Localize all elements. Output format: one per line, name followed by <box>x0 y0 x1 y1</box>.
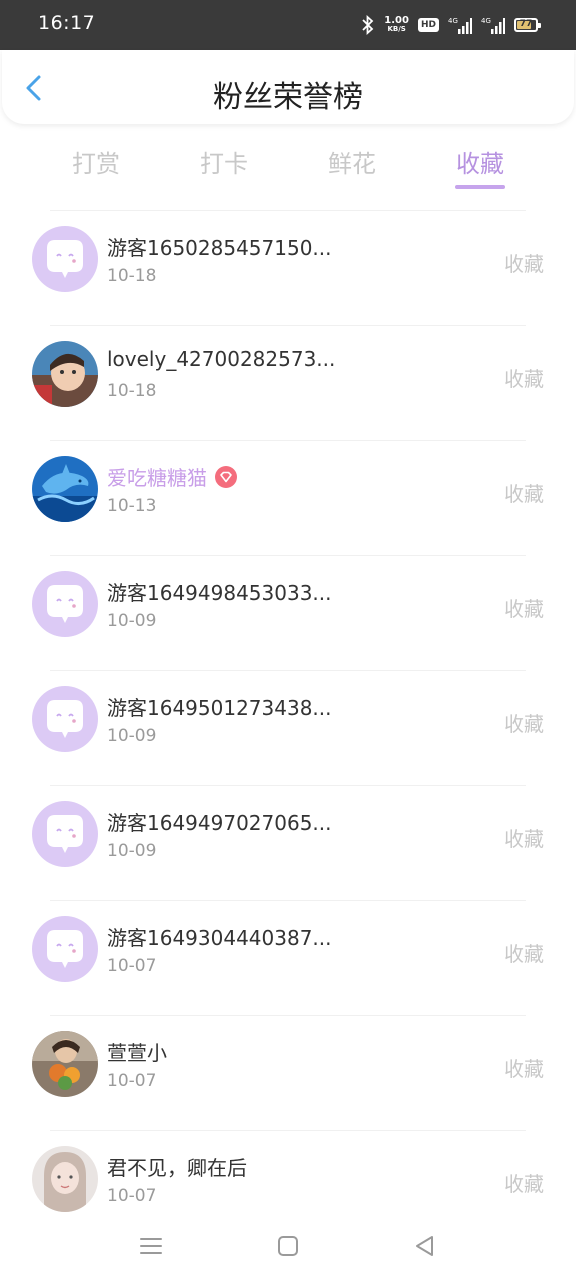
svg-text:4G: 4G <box>448 17 458 25</box>
signal-4g-icon: 4G <box>448 17 472 34</box>
page-title: 粉丝荣誉榜 <box>213 80 363 115</box>
fan-date: 10-18 <box>107 381 157 401</box>
fan-name: 游客1649498453033... <box>107 581 332 605</box>
favorite-label: 收藏 <box>504 1057 544 1081</box>
guest-avatar <box>32 571 98 637</box>
tab-favorites[interactable]: 收藏 <box>430 144 530 179</box>
header: 粉丝荣誉榜 <box>2 50 574 124</box>
svg-text:4G: 4G <box>481 17 491 25</box>
tab-reward[interactable]: 打赏 <box>46 144 146 179</box>
fan-date: 10-07 <box>107 1071 157 1091</box>
back-triangle-icon[interactable] <box>411 1232 439 1260</box>
chat-bubble-icon <box>47 585 83 623</box>
status-bar: 16:17 1.00 KB/S HD 4G 4G 77 <box>0 0 576 50</box>
list-item[interactable]: 游客1650285457150... 10-18 收藏 <box>0 210 576 325</box>
bluetooth-icon <box>362 15 374 35</box>
list-item[interactable]: 游客1649501273438... 10-09 收藏 <box>0 670 576 785</box>
list-item[interactable]: 游客1649304440387... 10-07 收藏 <box>0 900 576 1015</box>
fan-name: 君不见，卿在后 <box>107 1156 247 1180</box>
photo-avatar <box>32 1146 98 1212</box>
fan-name: 爱吃糖糖猫 <box>107 462 237 491</box>
favorite-label: 收藏 <box>504 1172 544 1196</box>
fan-date: 10-13 <box>107 496 157 516</box>
tab-bar: 打赏 打卡 鲜花 收藏 <box>0 136 576 196</box>
list-item[interactable]: 萱萱小 10-07 收藏 <box>0 1015 576 1130</box>
fan-name: 游客1649304440387... <box>107 926 332 950</box>
list-item[interactable]: 游客1649498453033... 10-09 收藏 <box>0 555 576 670</box>
fan-name: 游客1650285457150... <box>107 236 332 260</box>
home-square-icon[interactable] <box>274 1232 302 1260</box>
active-tab-indicator <box>455 185 505 189</box>
favorite-label: 收藏 <box>504 712 544 736</box>
chat-bubble-icon <box>47 240 83 278</box>
tab-flowers[interactable]: 鲜花 <box>302 144 402 179</box>
system-nav-bar <box>0 1216 576 1280</box>
battery-icon: 77 <box>514 18 541 32</box>
guest-avatar <box>32 801 98 867</box>
favorite-label: 收藏 <box>504 482 544 506</box>
fan-date: 10-09 <box>107 841 157 861</box>
photo-avatar <box>32 1031 98 1097</box>
list-item[interactable]: lovely_42700282573... 10-18 收藏 <box>0 325 576 440</box>
fan-name: lovely_42700282573... <box>107 347 336 371</box>
fan-name: 萱萱小 <box>107 1041 167 1065</box>
guest-avatar <box>32 686 98 752</box>
fan-date: 10-09 <box>107 611 157 631</box>
fan-name: 游客1649501273438... <box>107 696 332 720</box>
status-icons: 1.00 KB/S HD 4G 4G 77 <box>361 12 541 38</box>
tab-checkin[interactable]: 打卡 <box>174 144 274 179</box>
fan-list: 游客1650285457150... 10-18 收藏 lovely_42700… <box>0 210 576 1245</box>
photo-avatar <box>32 341 98 407</box>
chat-bubble-icon <box>47 815 83 853</box>
favorite-label: 收藏 <box>504 827 544 851</box>
vip-diamond-icon <box>215 466 237 488</box>
network-speed-unit: KB/S <box>387 25 406 33</box>
favorite-label: 收藏 <box>504 367 544 391</box>
status-time: 16:17 <box>38 12 96 34</box>
list-item[interactable]: 游客1649497027065... 10-09 收藏 <box>0 785 576 900</box>
fan-date: 10-07 <box>107 1186 157 1206</box>
favorite-label: 收藏 <box>504 942 544 966</box>
guest-avatar <box>32 226 98 292</box>
fan-name-text: 爱吃糖糖猫 <box>107 466 207 490</box>
fan-date: 10-09 <box>107 726 157 746</box>
network-speed: 1.00 KB/S <box>384 16 409 34</box>
favorite-label: 收藏 <box>504 597 544 621</box>
signal-4g-icon-2: 4G <box>481 17 505 34</box>
dolphin-avatar <box>32 456 98 522</box>
favorite-label: 收藏 <box>504 252 544 276</box>
chat-bubble-icon <box>47 930 83 968</box>
fan-name: 游客1649497027065... <box>107 811 332 835</box>
guest-avatar <box>32 916 98 982</box>
hd-icon: HD <box>417 18 439 32</box>
battery-level: 77 <box>519 19 533 29</box>
fan-date: 10-07 <box>107 956 157 976</box>
menu-icon[interactable] <box>137 1232 165 1260</box>
chat-bubble-icon <box>47 700 83 738</box>
list-item[interactable]: 爱吃糖糖猫 10-13 收藏 <box>0 440 576 555</box>
fan-date: 10-18 <box>107 266 157 286</box>
network-speed-value: 1.00 <box>384 15 409 26</box>
